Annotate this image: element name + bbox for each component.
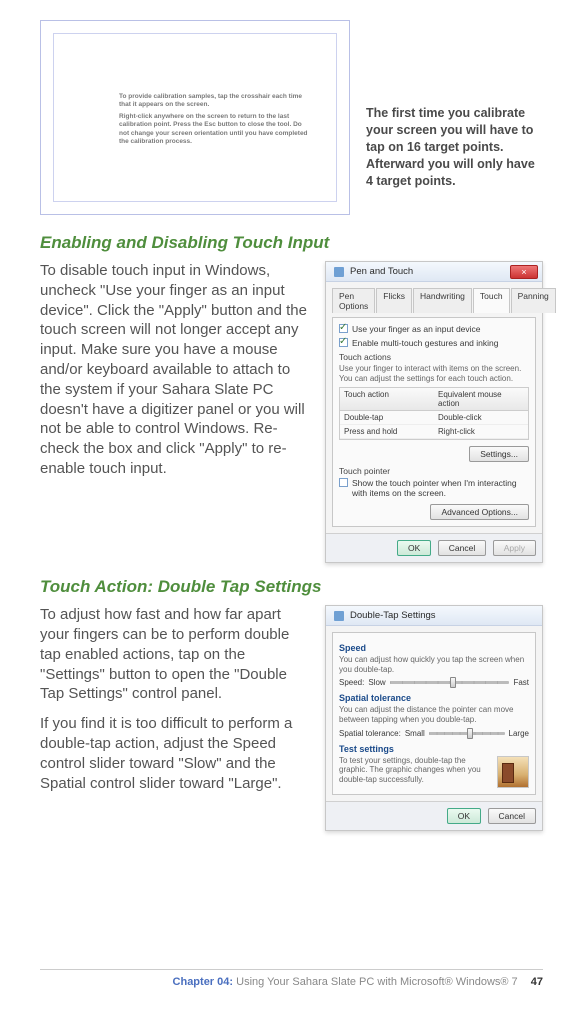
heading-enabling-touch: Enabling and Disabling Touch Input	[40, 233, 543, 253]
test-heading: Test settings	[339, 744, 529, 754]
section2-p2: If you find it is too difficult to perfo…	[40, 714, 311, 793]
check-use-finger-label: Use your finger as an input device	[352, 324, 481, 334]
spatial-label: Spatial tolerance:	[339, 729, 401, 738]
group-touch-pointer: Touch pointer	[339, 466, 529, 476]
dialog1-panel: Use your finger as an input device Enabl…	[332, 317, 536, 527]
dialog2-body: Speed You can adjust how quickly you tap…	[326, 626, 542, 801]
cell-double-click: Double-click	[434, 411, 528, 424]
table-row[interactable]: Press and hold Right-click	[340, 425, 528, 439]
calibration-row: To provide calibration samples, tap the …	[40, 20, 543, 215]
section2-row: To adjust how fast and how far apart you…	[40, 605, 543, 831]
group-speed: Speed You can adjust how quickly you tap…	[339, 643, 529, 687]
settings-icon	[334, 611, 344, 621]
footer-chapter: Chapter 04:	[173, 976, 234, 988]
speed-slider-row: Speed: Slow Fast	[339, 678, 529, 687]
calibration-diagram: To provide calibration samples, tap the …	[40, 20, 350, 215]
table-header: Touch action Equivalent mouse action	[340, 388, 528, 411]
cancel-button[interactable]: Cancel	[438, 540, 486, 556]
heading-double-tap: Touch Action: Double Tap Settings	[40, 577, 543, 597]
table-row[interactable]: Double-tap Double-click	[340, 411, 528, 425]
tab-flicks[interactable]: Flicks	[376, 288, 412, 313]
advanced-options-button[interactable]: Advanced Options...	[430, 504, 529, 520]
slider-thumb-icon[interactable]	[467, 728, 473, 739]
section1-body: To disable touch input in Windows, unche…	[40, 261, 311, 563]
check-touch-pointer-label: Show the touch pointer when I'm interact…	[352, 478, 529, 498]
section2-body: To adjust how fast and how far apart you…	[40, 605, 311, 831]
adv-btn-row: Advanced Options...	[339, 504, 529, 520]
touch-actions-table: Touch action Equivalent mouse action Dou…	[339, 387, 529, 440]
spatial-slider-row: Spatial tolerance: Small Large	[339, 729, 529, 738]
calibration-caption: The first time you calibrate your screen…	[366, 45, 543, 189]
tab-touch[interactable]: Touch	[473, 288, 510, 313]
calibration-inner-line2: Right-click anywhere on the screen to re…	[119, 113, 309, 146]
checkbox-icon[interactable]	[339, 478, 348, 487]
pen-touch-icon	[334, 267, 344, 277]
check-touch-pointer[interactable]: Show the touch pointer when I'm interact…	[339, 478, 529, 498]
ok-button[interactable]: OK	[397, 540, 431, 556]
fast-label: Fast	[513, 678, 529, 687]
cell-right-click: Right-click	[434, 425, 528, 438]
cell-double-tap: Double-tap	[340, 411, 434, 424]
check-multitouch[interactable]: Enable multi-touch gestures and inking	[339, 338, 529, 348]
apply-button[interactable]: Apply	[493, 540, 536, 556]
check-multitouch-label: Enable multi-touch gestures and inking	[352, 338, 498, 348]
group-spatial: Spatial tolerance You can adjust the dis…	[339, 693, 529, 737]
section2-p1: To adjust how fast and how far apart you…	[40, 605, 311, 704]
section1-row: To disable touch input in Windows, unche…	[40, 261, 543, 563]
checkbox-icon[interactable]	[339, 338, 348, 347]
dialog2-title: Double-Tap Settings	[350, 610, 538, 621]
col-touch-action: Touch action	[340, 388, 434, 410]
section1-paragraph: To disable touch input in Windows, unche…	[40, 261, 311, 479]
page-footer: Chapter 04: Using Your Sahara Slate PC w…	[40, 969, 543, 988]
tab-pen-options[interactable]: Pen Options	[332, 288, 375, 313]
dialog1-tabs: Pen Options Flicks Handwriting Touch Pan…	[332, 288, 536, 313]
dialog1-titlebar[interactable]: Pen and Touch ×	[326, 262, 542, 282]
settings-button[interactable]: Settings...	[469, 446, 529, 462]
dialog1-body: Pen Options Flicks Handwriting Touch Pan…	[326, 282, 542, 533]
dialog1-footer: OK Cancel Apply	[326, 533, 542, 562]
slow-label: Slow	[368, 678, 385, 687]
speed-slider[interactable]	[390, 681, 510, 684]
small-label: Small	[405, 729, 425, 738]
tab-handwriting[interactable]: Handwriting	[413, 288, 472, 313]
calibration-inner-line1: To provide calibration samples, tap the …	[119, 93, 309, 109]
check-use-finger[interactable]: Use your finger as an input device	[339, 324, 529, 334]
tab-panning[interactable]: Panning	[511, 288, 556, 313]
cancel-button[interactable]: Cancel	[488, 808, 536, 824]
checkbox-icon[interactable]	[339, 324, 348, 333]
dialog1-title: Pen and Touch	[350, 266, 510, 277]
slider-thumb-icon[interactable]	[450, 677, 456, 688]
col-mouse-action: Equivalent mouse action	[434, 388, 528, 410]
spatial-heading: Spatial tolerance	[339, 693, 529, 703]
footer-title: Using Your Sahara Slate PC with Microsof…	[236, 976, 518, 988]
double-tap-settings-dialog: Double-Tap Settings Speed You can adjust…	[325, 605, 543, 831]
touch-actions-hint: Use your finger to interact with items o…	[339, 364, 529, 383]
ok-button[interactable]: OK	[447, 808, 481, 824]
calibration-inner-text: To provide calibration samples, tap the …	[119, 93, 309, 150]
dialog2-titlebar[interactable]: Double-Tap Settings	[326, 606, 542, 626]
group-test: Test settings To test your settings, dou…	[339, 744, 529, 789]
cell-press-hold: Press and hold	[340, 425, 434, 438]
dialog2-panel: Speed You can adjust how quickly you tap…	[332, 632, 536, 795]
pen-and-touch-dialog: Pen and Touch × Pen Options Flicks Handw…	[325, 261, 543, 563]
speed-heading: Speed	[339, 643, 529, 653]
speed-hint: You can adjust how quickly you tap the s…	[339, 655, 529, 674]
settings-btn-row: Settings...	[339, 446, 529, 462]
close-icon[interactable]: ×	[510, 265, 538, 279]
spatial-slider[interactable]	[429, 732, 505, 735]
test-graphic[interactable]	[497, 756, 529, 788]
footer-page: 47	[531, 976, 543, 988]
group-touch-actions: Touch actions	[339, 352, 529, 362]
dialog2-footer: OK Cancel	[326, 801, 542, 830]
speed-label: Speed:	[339, 678, 364, 687]
spatial-hint: You can adjust the distance the pointer …	[339, 705, 529, 724]
large-label: Large	[509, 729, 529, 738]
